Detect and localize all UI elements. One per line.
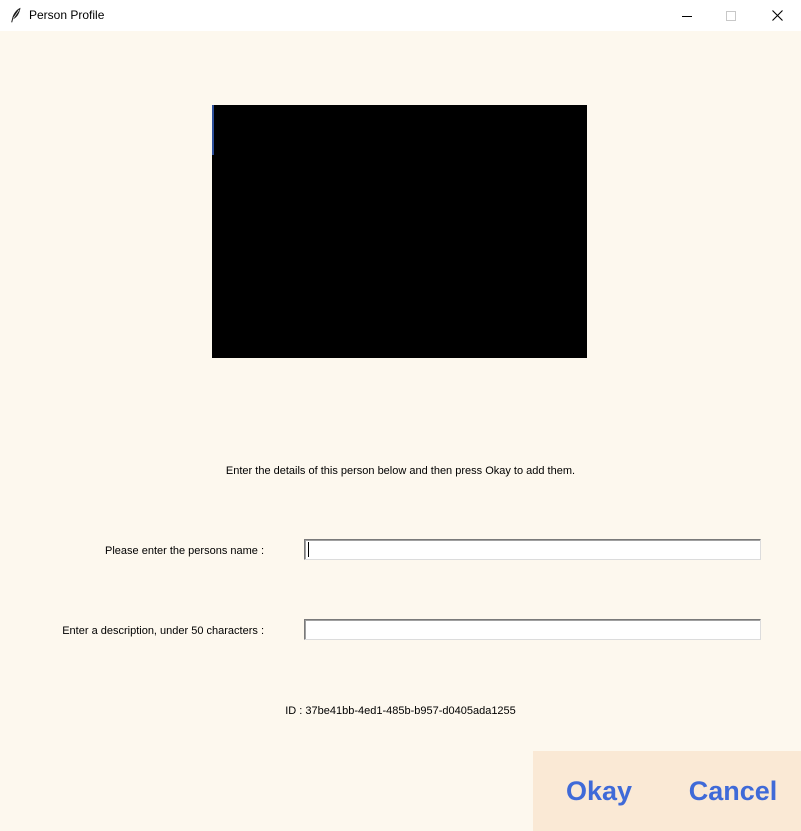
person-profile-window: Person Profile Enter the details of this…	[0, 0, 801, 831]
name-label: Please enter the persons name :	[105, 545, 264, 557]
description-input[interactable]	[304, 619, 761, 640]
minimize-button[interactable]	[664, 0, 710, 31]
close-icon	[771, 10, 783, 21]
window-title: Person Profile	[29, 8, 105, 22]
title-bar[interactable]: Person Profile	[0, 0, 801, 31]
person-id-text: ID : 37be41bb-4ed1-485b-b957-d0405ada125…	[285, 705, 516, 717]
text-cursor	[308, 542, 309, 557]
camera-preview-edge	[212, 105, 214, 155]
name-input[interactable]	[304, 539, 761, 560]
close-button[interactable]	[754, 0, 800, 31]
cancel-button[interactable]: Cancel	[679, 751, 787, 831]
profile-content: Enter the details of this person below a…	[0, 31, 801, 831]
button-panel: Okay Cancel	[533, 751, 801, 831]
okay-button[interactable]: Okay	[553, 751, 645, 831]
instructions-text: Enter the details of this person below a…	[225, 465, 576, 477]
maximize-icon	[726, 10, 736, 21]
camera-preview	[212, 105, 587, 358]
feather-icon	[10, 7, 22, 23]
description-label: Enter a description, under 50 characters…	[62, 625, 264, 637]
maximize-button[interactable]	[708, 0, 754, 31]
minimize-icon	[682, 11, 692, 21]
